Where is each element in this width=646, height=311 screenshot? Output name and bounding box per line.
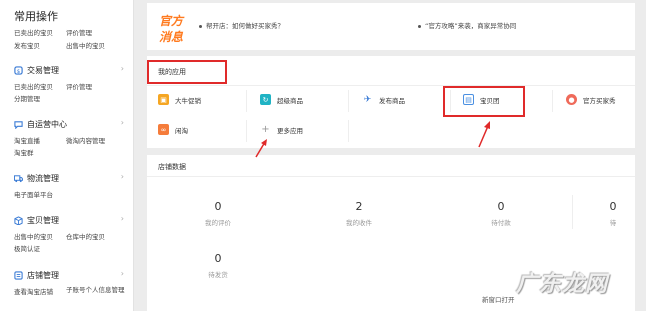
- watermark: 广东龙网: [516, 272, 609, 297]
- sidebar-link[interactable]: 出售中的宝贝: [66, 40, 105, 50]
- stat-my-reviews[interactable]: 0 我的评价: [178, 200, 258, 227]
- app-promo[interactable]: ▣ 大牛促销: [158, 94, 201, 105]
- chevron-right-icon[interactable]: ›: [121, 269, 124, 278]
- sidebar-section-trade[interactable]: $ 交易管理: [14, 65, 59, 76]
- chevron-right-icon[interactable]: ›: [121, 118, 124, 127]
- official-news-logo: 消息: [159, 30, 184, 44]
- sidebar-link[interactable]: 评价管理: [66, 81, 92, 91]
- sidebar-link[interactable]: 评价管理: [66, 27, 92, 37]
- app-label: 发布商品: [379, 96, 405, 105]
- chevron-right-icon[interactable]: ›: [121, 172, 124, 181]
- stat-value: 0: [497, 200, 505, 213]
- sidebar-link[interactable]: 子账号个人信息管理: [66, 286, 126, 295]
- sidebar-section-label: 交易管理: [27, 66, 59, 75]
- svg-text:$: $: [17, 69, 20, 75]
- stat-value: 0: [214, 252, 222, 265]
- sidebar-section-logistics[interactable]: 物流管理: [14, 173, 59, 184]
- sidebar-link[interactable]: 微淘内容管理: [66, 135, 105, 145]
- promo-icon: ▣: [158, 94, 169, 105]
- app-xiantao[interactable]: ∞ 闲淘: [158, 124, 188, 135]
- stat-label: 我的收件: [346, 219, 372, 227]
- stat-pending-shipment[interactable]: 0 待发货: [178, 252, 258, 279]
- app-super-goods[interactable]: ↻ 超级商品: [260, 94, 303, 105]
- stat-value: 2: [355, 200, 363, 213]
- app-label: 大牛促销: [175, 96, 201, 105]
- sidebar-link[interactable]: 查看淘宝店铺: [14, 286, 53, 296]
- chat-icon: [14, 121, 23, 129]
- sidebar-title: 常用操作: [14, 10, 58, 23]
- app-label: 闲淘: [175, 126, 188, 135]
- sidebar-section-label: 物流管理: [27, 174, 59, 183]
- open-new-window-link[interactable]: 新窗口打开: [482, 294, 515, 304]
- bullet-icon: [199, 24, 202, 28]
- highlight-box-baobei-group: [443, 86, 525, 117]
- sidebar-section-label: 宝贝管理: [27, 216, 59, 225]
- sidebar-section-label: 自运营中心: [27, 120, 67, 129]
- divider: [246, 90, 247, 112]
- highlight-box-my-apps: [147, 60, 227, 84]
- sidebar-link[interactable]: 已卖出的宝贝: [14, 27, 53, 37]
- divider: [246, 120, 247, 142]
- sidebar-link[interactable]: 出售中的宝贝: [14, 231, 53, 241]
- sidebar-link[interactable]: 发布宝贝: [14, 40, 40, 50]
- annotation-arrow-icon: [478, 121, 490, 148]
- app-label: 官方买家秀: [583, 96, 616, 105]
- sidebar-section-label: 店铺管理: [27, 271, 59, 280]
- box-icon: [14, 216, 23, 225]
- app-label: 超级商品: [277, 96, 303, 105]
- app-label: 更多应用: [277, 126, 303, 135]
- divider: [572, 195, 573, 229]
- notice-text: “官方攻略”来袭，商家异常协同: [425, 22, 517, 30]
- idle-icon: ∞: [158, 124, 169, 135]
- stat-value: 0: [609, 200, 617, 213]
- sidebar-link[interactable]: 淘宝直播: [14, 135, 40, 145]
- sidebar-link[interactable]: 已卖出的宝贝: [14, 81, 53, 91]
- sidebar: 常用操作 已卖出的宝贝 评价管理 发布宝贝 出售中的宝贝 $ 交易管理 › 已卖…: [0, 0, 134, 311]
- sidebar-link[interactable]: 仓库中的宝贝: [66, 231, 105, 241]
- stat-label: 待: [609, 219, 617, 227]
- bullet-icon: [418, 24, 421, 28]
- stat-pending-payment[interactable]: 0 待付款: [461, 200, 541, 227]
- divider: [348, 120, 349, 142]
- shop-icon: [14, 271, 23, 280]
- app-more[interactable]: + 更多应用: [260, 124, 303, 135]
- sidebar-link[interactable]: 极简认证: [14, 243, 40, 253]
- trade-icon: $: [14, 66, 23, 75]
- truck-icon: [14, 175, 23, 183]
- notice-item[interactable]: 帮开店：如何做好买家秀？: [199, 20, 284, 30]
- divider: [552, 90, 553, 112]
- stat-my-received[interactable]: 2 我的收件: [319, 200, 399, 227]
- stat-label: 待发货: [208, 271, 228, 279]
- divider: [348, 90, 349, 112]
- sidebar-link[interactable]: 电子面单平台: [14, 189, 53, 199]
- sidebar-section-items[interactable]: 宝贝管理: [14, 215, 59, 226]
- notice-item[interactable]: “官方攻略”来袭，商家异常协同: [418, 20, 516, 30]
- show-icon: ●: [566, 94, 577, 105]
- shop-data-title: 店铺数据: [158, 163, 186, 171]
- sidebar-section-operations[interactable]: 自运营中心: [14, 119, 67, 130]
- official-notice: 官方 消息 帮开店：如何做好买家秀？ “官方攻略”来袭，商家异常协同: [147, 3, 635, 50]
- stat-label: 待付款: [491, 219, 511, 227]
- sync-icon: ↻: [260, 94, 271, 105]
- app-buyer-show[interactable]: ● 官方买家秀: [566, 94, 616, 105]
- sidebar-link[interactable]: 淘宝群: [14, 147, 34, 157]
- plus-icon: +: [260, 124, 271, 135]
- send-icon: ✈: [362, 94, 373, 105]
- stat-value: 0: [214, 200, 222, 213]
- sidebar-section-shop[interactable]: 店铺管理: [14, 270, 59, 281]
- chevron-right-icon[interactable]: ›: [121, 64, 124, 73]
- annotation-arrow-icon: [255, 139, 267, 158]
- app-publish[interactable]: ✈ 发布商品: [362, 94, 405, 105]
- shop-data-header: 店铺数据: [147, 155, 635, 177]
- stat-pending[interactable]: 0 待: [593, 200, 633, 227]
- notice-text: 帮开店：如何做好买家秀？: [206, 22, 284, 30]
- chevron-right-icon[interactable]: ›: [121, 214, 124, 223]
- official-news-logo: 官方: [159, 14, 184, 28]
- stat-label: 我的评价: [205, 219, 231, 227]
- sidebar-link[interactable]: 分期管理: [14, 93, 40, 103]
